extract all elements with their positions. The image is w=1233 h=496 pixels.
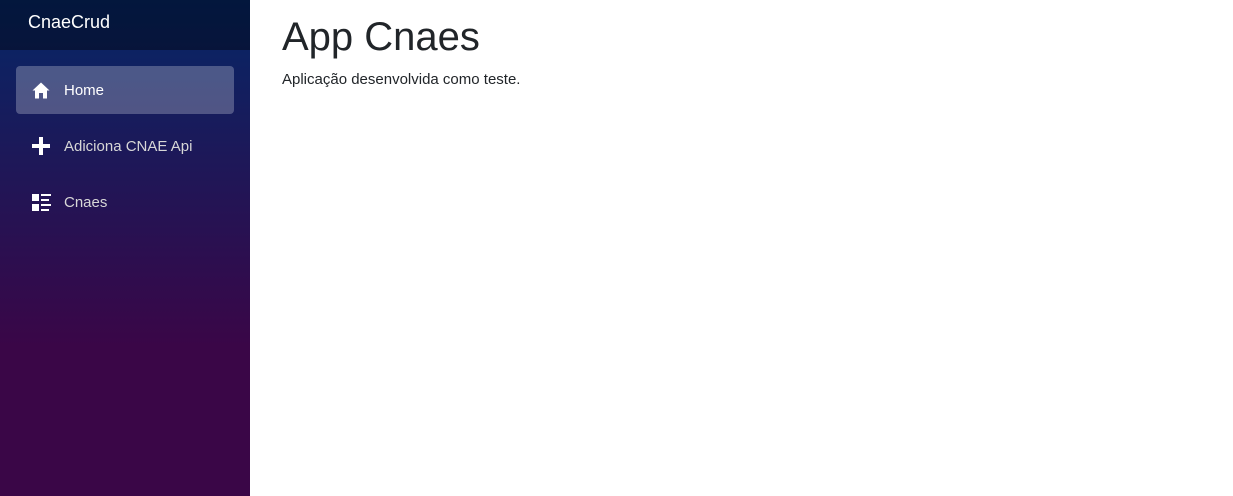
home-icon [31, 80, 51, 100]
brand-link[interactable]: CnaeCrud [28, 11, 110, 33]
nav-menu: Home Adiciona CNAE Api Cnaes [0, 50, 250, 226]
brand-bar: CnaeCrud [0, 0, 250, 50]
sidebar-item-adiciona-cnae-api[interactable]: Adiciona CNAE Api [16, 122, 234, 170]
plus-icon [31, 136, 51, 156]
app-root: CnaeCrud Home Adiciona CNAE Api Cnaes Ap… [0, 0, 1233, 496]
page-description: Aplicação desenvolvida como teste. [282, 71, 521, 88]
sidebar-item-label: Home [64, 81, 105, 99]
sidebar-item-label: Adiciona CNAE Api [64, 137, 193, 155]
sidebar-item-cnaes[interactable]: Cnaes [16, 178, 234, 226]
page-title: App Cnaes [282, 15, 480, 59]
list-icon [31, 192, 51, 212]
sidebar-item-label: Cnaes [64, 193, 108, 211]
sidebar-item-home[interactable]: Home [16, 66, 234, 114]
sidebar: CnaeCrud Home Adiciona CNAE Api Cnaes [0, 0, 250, 496]
main-content: App Cnaes Aplicação desenvolvida como te… [250, 0, 1233, 496]
